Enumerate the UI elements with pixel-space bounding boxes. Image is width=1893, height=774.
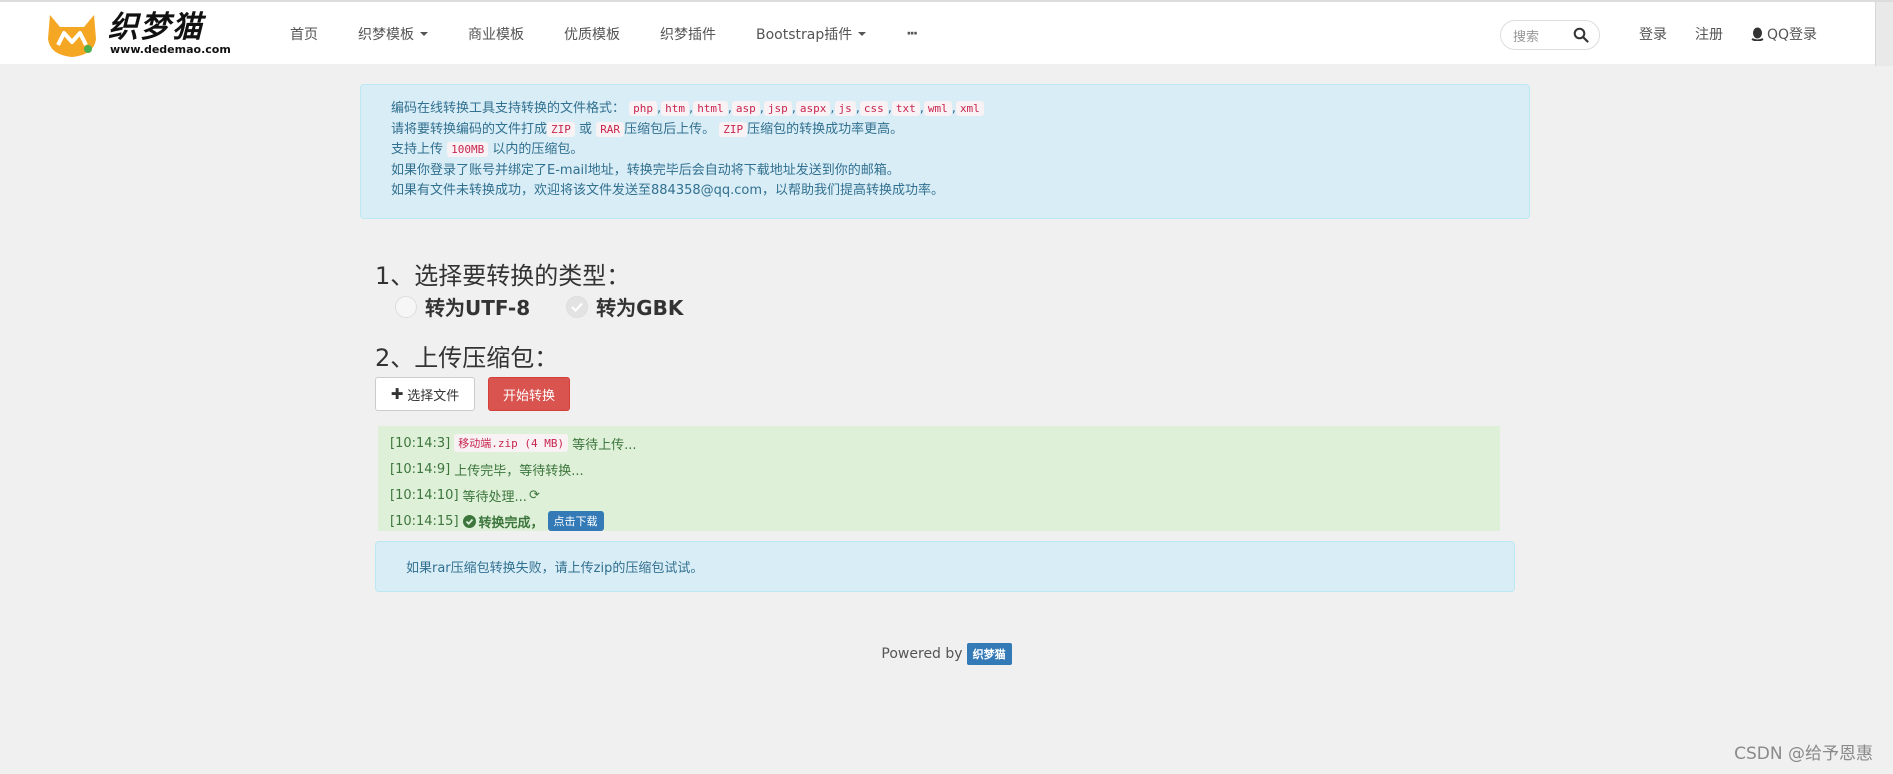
more-icon: ··· <box>906 26 918 42</box>
supported-formats-info: 编码在线转换工具支持转换的文件格式： php, htm, html, asp, jsp,… <box>360 84 1530 219</box>
format-code: wml <box>923 101 952 116</box>
log-time: [10:14:15] <box>390 513 459 529</box>
format-code: txt <box>891 101 920 116</box>
choose-file-button[interactable]: ✚ 选择文件 <box>375 377 475 411</box>
log-row: [10:14:3] 移动端.zip (4 MB) 等待上传... <box>390 430 1488 456</box>
csdn-watermark: CSDN @给予恩惠 <box>1734 744 1873 764</box>
encoding-radio-group: 转为UTF-8 转为GBK <box>395 292 683 321</box>
download-button[interactable]: 点击下载 <box>547 511 604 531</box>
nav-item-quality-templates[interactable]: 优质模板 <box>544 2 640 66</box>
log-time: [10:14:10] <box>390 487 459 503</box>
format-code: ZIP <box>719 121 748 137</box>
search-icon[interactable] <box>1573 27 1589 43</box>
step2-title: 2、上传压缩包： <box>375 344 559 372</box>
qq-icon <box>1751 27 1764 41</box>
info-text: 以内的压缩包。 <box>492 142 584 157</box>
format-code: jsp <box>763 101 792 116</box>
log-time: [10:14:9] <box>390 461 451 477</box>
step1-title: 1、选择要转换的类型： <box>375 262 631 290</box>
rar-tip: 如果rar压缩包转换失败，请上传zip的压缩包试试。 <box>375 541 1515 592</box>
choose-file-label: 选择文件 <box>407 388 460 404</box>
nav-item-bootstrap-plugins[interactable]: Bootstrap插件 <box>736 2 886 66</box>
nav-label: 商业模板 <box>468 27 524 43</box>
nav-label: 织梦模板 <box>358 27 414 43</box>
radio-checked-icon[interactable] <box>566 295 589 318</box>
nav-item-commercial-templates[interactable]: 商业模板 <box>448 2 544 66</box>
top-navbar: 织梦猫 www.dedemao.com 首页 织梦模板 商业模板 优质模板 织梦… <box>0 0 1893 66</box>
log-text: 上传完毕，等待转换... <box>454 463 584 479</box>
page-scrollbar[interactable] <box>1875 2 1893 66</box>
start-convert-label: 开始转换 <box>502 388 555 404</box>
refresh-spinner-icon: ⟳ <box>528 487 540 503</box>
nav-label: Bootstrap插件 <box>756 27 853 43</box>
caret-down-icon <box>858 32 867 36</box>
search-box[interactable]: 搜索 <box>1500 20 1600 50</box>
nav-label: 首页 <box>290 27 318 43</box>
conversion-log: [10:14:3] 移动端.zip (4 MB) 等待上传... [10:14:… <box>378 426 1500 531</box>
check-circle-icon <box>462 514 476 528</box>
format-code: xml <box>955 101 984 116</box>
info-line-size: 支持上传 100MB 以内的压缩包。 <box>391 140 1499 161</box>
powered-by-text: Powered by <box>881 646 963 662</box>
register-label: 注册 <box>1695 27 1723 43</box>
format-code: 100MB <box>447 142 489 157</box>
log-file-name: 移动端.zip (4 MB) <box>454 434 569 452</box>
radio-utf8-label: 转为UTF-8 <box>425 296 531 320</box>
format-code: aspx <box>795 101 831 116</box>
log-row: [10:14:9] 上传完毕，等待转换... <box>390 456 1488 482</box>
plus-icon: ✚ <box>390 385 404 403</box>
info-text: 压缩包后上传。 <box>624 121 716 137</box>
radio-gbk[interactable]: 转为GBK <box>566 292 683 321</box>
info-line-email: 如果你登录了账号并绑定了E-mail地址，转换完毕后会自动将下载地址发送到你的邮… <box>391 162 900 178</box>
format-code: asp <box>731 101 760 116</box>
info-text: 压缩包的转换成功率更高。 <box>747 121 904 137</box>
info-line-archive: 请将要转换编码的文件打成 ZIP 或 RAR 压缩包后上传。 ZIP 压缩包的转换成功… <box>391 120 1499 141</box>
qq-login-link[interactable]: QQ登录 <box>1737 24 1831 44</box>
cat-logo-icon <box>44 9 100 59</box>
format-code: php <box>629 101 658 116</box>
format-code: ZIP <box>547 121 575 137</box>
footer: Powered by 织梦猫 <box>0 643 1893 665</box>
info-text: 支持上传 <box>391 142 444 157</box>
info-line-contact: 如果有文件未转换成功，欢迎将该文件发送至884358@qq.com，以帮助我们提… <box>391 183 945 198</box>
nav-label: 优质模板 <box>564 27 620 43</box>
info-line-formats: 编码在线转换工具支持转换的文件格式： php, htm, html, asp, jsp,… <box>391 99 1499 120</box>
register-link[interactable]: 注册 <box>1681 24 1737 44</box>
nav-item-dede-plugins[interactable]: 织梦插件 <box>640 2 736 66</box>
nav-item-home[interactable]: 首页 <box>270 2 338 66</box>
qq-login-label: QQ登录 <box>1767 27 1818 43</box>
log-row: [10:14:10] 等待处理... ⟳ <box>390 482 1488 508</box>
radio-utf8[interactable]: 转为UTF-8 <box>395 292 530 321</box>
nav-item-more[interactable]: ··· <box>886 2 936 66</box>
format-code: htm <box>661 101 690 116</box>
radio-gbk-label: 转为GBK <box>596 296 684 320</box>
log-text: 转换完成， <box>478 515 544 531</box>
info-text: 或 <box>579 121 593 137</box>
log-text: 等待处理... <box>462 489 527 505</box>
main-nav: 首页 织梦模板 商业模板 优质模板 织梦插件 Bootstrap插件 ··· <box>270 2 936 66</box>
nav-item-dede-templates[interactable]: 织梦模板 <box>338 2 448 66</box>
nav-label: 织梦插件 <box>660 27 716 43</box>
footer-brand-badge[interactable]: 织梦猫 <box>966 643 1012 665</box>
logo-text-en: www.dedemao.com <box>110 43 231 56</box>
log-time: [10:14:3] <box>390 435 451 451</box>
logo-text-cn: 织梦猫 <box>108 10 204 45</box>
user-nav: 登录 注册 QQ登录 <box>1625 2 1831 66</box>
format-code: js <box>834 101 856 116</box>
log-row: [10:14:15] 转换完成， 点击下载 <box>390 508 1488 534</box>
format-code: html <box>693 101 728 116</box>
radio-unchecked-icon[interactable] <box>395 295 417 318</box>
format-code: css <box>859 101 888 116</box>
search-input[interactable]: 搜索 <box>1513 26 1573 45</box>
info-text: 请将要转换编码的文件打成 <box>391 121 548 137</box>
format-code: RAR <box>596 121 625 137</box>
info-text: 编码在线转换工具支持转换的文件格式： <box>391 101 626 116</box>
start-convert-button[interactable]: 开始转换 <box>488 377 570 411</box>
log-text: 等待上传... <box>572 437 637 453</box>
login-label: 登录 <box>1639 27 1667 43</box>
caret-down-icon <box>420 32 428 36</box>
site-logo[interactable]: 织梦猫 www.dedemao.com <box>44 8 231 60</box>
login-link[interactable]: 登录 <box>1625 24 1681 44</box>
